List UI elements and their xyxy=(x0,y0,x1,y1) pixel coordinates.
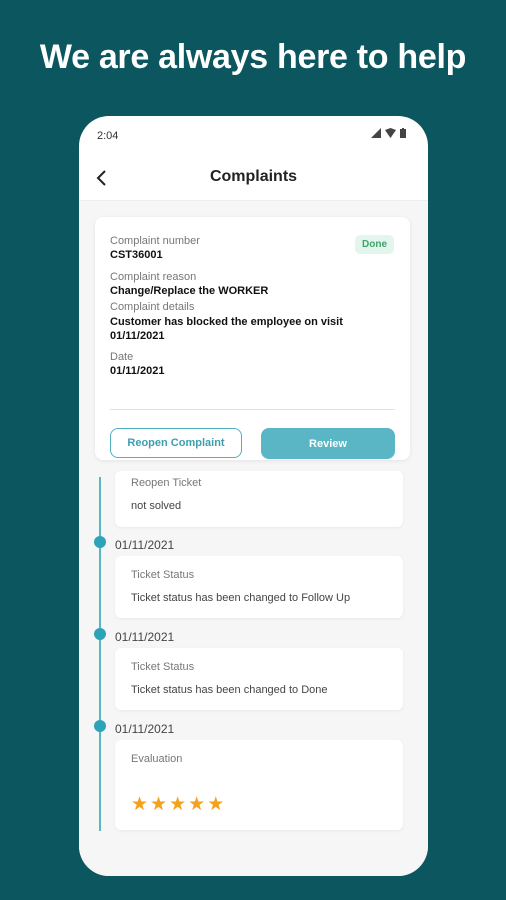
timeline-card: Reopen Ticket not solved xyxy=(115,471,403,527)
status-bar: 2:04 xyxy=(79,116,428,152)
wifi-icon xyxy=(385,128,396,138)
complaint-card: Complaint number CST36001 Done Complaint… xyxy=(95,217,410,460)
signal-icon xyxy=(371,128,381,138)
evaluation-card: Evaluation ★ ★ ★ ★ ★ xyxy=(115,740,403,830)
page-headline: We are always here to help xyxy=(39,38,467,76)
timeline-date: 01/11/2021 xyxy=(115,722,175,736)
page-title: Complaints xyxy=(209,168,298,185)
timeline-title: Ticket Status xyxy=(131,569,195,581)
review-button[interactable]: Review xyxy=(261,428,395,459)
timeline-card: Ticket Status Ticket status has been cha… xyxy=(115,556,403,618)
complaint-number: CST36001 xyxy=(110,249,163,261)
complaint-reason: Change/Replace the WORKER xyxy=(110,285,269,297)
timeline-line xyxy=(99,477,101,831)
star-icon: ★ xyxy=(188,794,206,815)
complaint-details-line2: 01/11/2021 xyxy=(110,330,165,342)
rating-stars: ★ ★ ★ ★ ★ xyxy=(131,795,224,814)
timeline-dot xyxy=(94,720,106,732)
complaint-date: 01/11/2021 xyxy=(110,365,165,377)
star-icon: ★ xyxy=(150,794,168,815)
app-bar: Complaints xyxy=(79,156,428,201)
timeline-date: 01/11/2021 xyxy=(115,630,175,644)
timeline-dot xyxy=(94,536,106,548)
status-time: 2:04 xyxy=(97,130,119,142)
star-icon: ★ xyxy=(169,794,187,815)
battery-icon xyxy=(400,128,406,138)
timeline-dot xyxy=(94,628,106,640)
status-badge: Done xyxy=(355,235,394,254)
reopen-complaint-button[interactable]: Reopen Complaint xyxy=(110,428,242,458)
complaint-number-label: Complaint number xyxy=(110,235,200,247)
timeline-title: Reopen Ticket xyxy=(131,477,202,489)
complaint-details-line1: Customer has blocked the employee on vis… xyxy=(110,316,343,328)
star-icon: ★ xyxy=(207,794,225,815)
timeline-text: Ticket status has been changed to Follow… xyxy=(131,592,351,604)
timeline-title: Ticket Status xyxy=(131,661,195,673)
complaint-details-label: Complaint details xyxy=(110,301,195,313)
timeline-card: Ticket Status Ticket status has been cha… xyxy=(115,648,403,710)
phone-frame: 2:04 Complaints Complaint number CST3600… xyxy=(79,116,428,876)
timeline-text: not solved xyxy=(131,500,182,512)
timeline-text: Ticket status has been changed to Done xyxy=(131,684,328,696)
complaint-detail-scroll[interactable]: Complaint number CST36001 Done Complaint… xyxy=(79,201,428,876)
complaint-date-label: Date xyxy=(110,351,134,363)
card-divider xyxy=(110,409,395,410)
timeline-title: Evaluation xyxy=(131,753,183,765)
timeline-date: 01/11/2021 xyxy=(115,538,175,552)
status-icons xyxy=(371,128,406,138)
complaint-reason-label: Complaint reason xyxy=(110,271,197,283)
star-icon: ★ xyxy=(131,794,149,815)
